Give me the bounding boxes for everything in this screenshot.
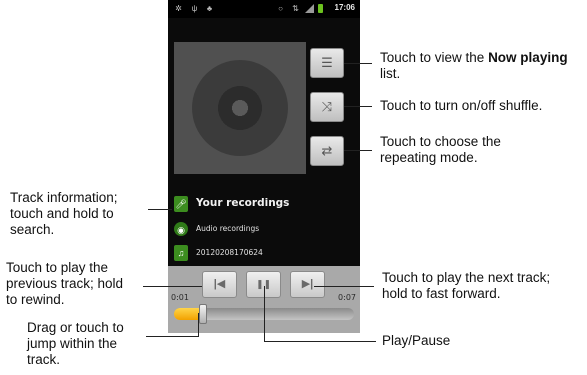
status-time: 17:06	[334, 3, 355, 12]
settings-status-icon: ✲	[175, 4, 182, 13]
callout-repeat-line2: repeating mode.	[380, 150, 478, 165]
callout-shuffle: Touch to turn on/off shuffle.	[380, 98, 543, 113]
callout-previous-line1: Touch to play the	[6, 260, 109, 275]
callout-track-info-line3: search.	[10, 222, 55, 237]
callout-drag-line1: Drag or touch to	[27, 320, 124, 335]
now-playing-list-button[interactable]: ☰	[310, 48, 344, 78]
shuffle-button[interactable]: ⤨	[310, 92, 344, 122]
callout-line-now-playing	[344, 63, 372, 64]
callout-play-pause: Play/Pause	[382, 333, 451, 348]
music-note-icon: ♫	[174, 245, 188, 261]
usb-icon: ψ	[191, 4, 198, 13]
album-art	[174, 42, 306, 174]
callout-line-shuffle	[344, 106, 372, 107]
callout-now-playing-post: list.	[380, 66, 401, 81]
file-name: 20120208170624	[196, 248, 263, 257]
repeat-icon: ⇄	[321, 143, 333, 158]
callout-previous: Touch to play the previous track; hold t…	[6, 260, 123, 308]
elapsed-time: 0:01	[171, 293, 189, 302]
list-icon: ☰	[321, 55, 333, 70]
callout-line-repeat	[344, 150, 372, 151]
callout-line-play-pause-h	[264, 341, 376, 342]
callout-next: Touch to play the next track; hold to fa…	[382, 270, 550, 302]
callout-next-line1: Touch to play the next track;	[382, 270, 551, 285]
track-title: Your recordings	[196, 197, 290, 209]
callout-drag: Drag or touch to jump within the track.	[27, 320, 124, 368]
next-icon: ▶|	[301, 278, 314, 290]
callout-line-drag-h	[146, 336, 199, 337]
callout-repeat: Touch to choose the repeating mode.	[380, 134, 501, 166]
callout-line-next	[314, 286, 374, 287]
seek-bar-thumb[interactable]	[199, 304, 207, 324]
callout-now-playing-pre: Touch to view the	[380, 50, 489, 65]
album-row[interactable]: ◉ Audio recordings	[174, 219, 354, 239]
callout-drag-line3: track.	[27, 352, 61, 367]
next-track-button[interactable]: ▶|	[290, 271, 325, 298]
repeat-button[interactable]: ⇄	[310, 136, 344, 166]
callout-track-info-line1: Track information;	[10, 190, 118, 205]
callout-drag-line2: jump within the	[27, 336, 118, 351]
data-icon: ⇅	[292, 4, 299, 13]
signal-icon	[305, 4, 314, 13]
disc-icon	[192, 60, 288, 156]
shuffle-icon: ⤨	[321, 99, 333, 114]
callout-line-drag-v	[198, 313, 199, 336]
microphone-icon: 🎤︎	[174, 196, 188, 212]
callout-previous-line2: previous track; hold	[6, 276, 124, 291]
callout-line-track-info	[148, 209, 172, 210]
battery-icon	[318, 4, 323, 13]
callout-line-play-pause-v	[264, 286, 265, 341]
previous-icon: |◀	[213, 278, 226, 290]
total-time: 0:07	[338, 293, 356, 302]
status-bar: ✲ ψ ♣ ○ ⇅ 17:06	[168, 0, 360, 18]
callout-now-playing-bold: Now playing	[488, 50, 568, 65]
callout-track-info-line2: touch and hold to	[10, 206, 114, 221]
album-name: Audio recordings	[196, 224, 260, 233]
music-player-screen: ✲ ψ ♣ ○ ⇅ 17:06 ☰ ⤨ ⇄ 🎤︎ Your recordings…	[168, 0, 360, 333]
previous-track-button[interactable]: |◀	[202, 271, 237, 298]
track-title-row[interactable]: 🎤︎ Your recordings	[174, 194, 354, 214]
album-icon: ◉	[174, 222, 188, 236]
file-row[interactable]: ♫ 20120208170624	[174, 243, 354, 263]
location-icon: ○	[278, 4, 283, 13]
android-icon: ♣	[206, 4, 213, 13]
callout-line-previous	[143, 286, 202, 287]
callout-previous-line3: to rewind.	[6, 292, 65, 307]
callout-track-info: Track information; touch and hold to sea…	[10, 190, 118, 238]
callout-next-line2: hold to fast forward.	[382, 286, 501, 301]
callout-repeat-line1: Touch to choose the	[380, 134, 501, 149]
callout-now-playing: Touch to view the Now playing list.	[380, 50, 587, 82]
